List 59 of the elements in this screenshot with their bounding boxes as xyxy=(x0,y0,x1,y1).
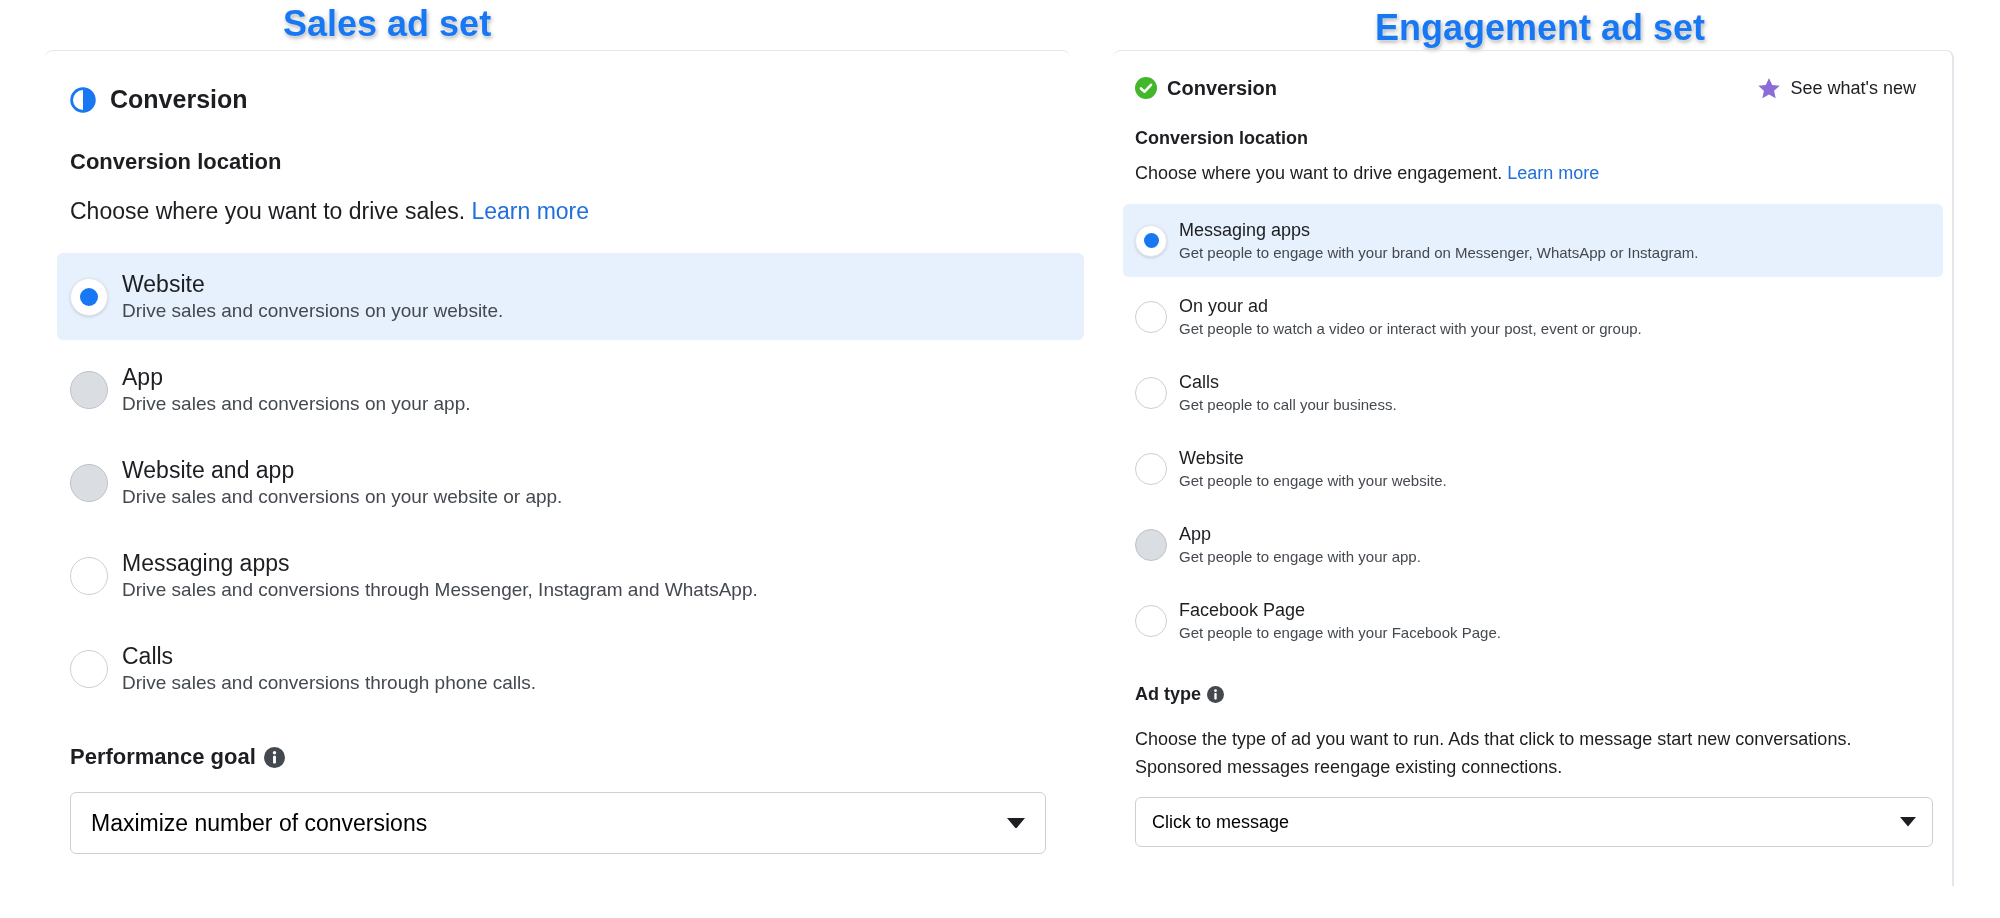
radio-button[interactable] xyxy=(1135,604,1167,637)
dropdown-select[interactable]: Click to message xyxy=(1135,797,1933,847)
option-description: Drive sales and conversions on your app. xyxy=(122,391,471,416)
helper-text: Choose the type of ad you want to run. Ads that click to message start new conversations. Sponsored messages reengage existing connections. xyxy=(1135,728,1853,779)
option-label: Website xyxy=(122,269,206,298)
info-icon[interactable] xyxy=(263,746,285,768)
option-description: Get people to call your business. xyxy=(1179,394,1397,415)
radio-option[interactable]: Messaging apps Drive sales and conversions through Messenger, Instagram and WhatsApp. xyxy=(57,532,1084,619)
radio-button[interactable] xyxy=(1135,376,1167,409)
option-description: Get people to engage with your website. xyxy=(1179,470,1447,491)
helper-text: Choose where you want to drive sales. Learn more xyxy=(70,197,591,226)
option-description: Drive sales and conversions through phone calls. xyxy=(122,670,536,695)
option-description: Get people to engage with your brand on Messenger, WhatsApp or Instagram. xyxy=(1179,242,1699,263)
whats-new-link[interactable]: See what's new xyxy=(1752,73,1922,103)
learn-more-link[interactable]: Learn more xyxy=(471,198,590,224)
info-icon[interactable] xyxy=(1207,685,1224,703)
radio-button[interactable] xyxy=(70,277,108,316)
field-heading: Conversion location xyxy=(70,148,283,176)
option-label: Facebook Page xyxy=(1179,598,1307,622)
radio-option[interactable]: Website Drive sales and conversions on your website. xyxy=(57,253,1084,340)
radio-option[interactable]: Website Get people to engage with your website. xyxy=(1123,432,1943,505)
radio-button[interactable] xyxy=(1135,224,1167,257)
option-label: App xyxy=(122,362,164,391)
panel-caption: Engagement ad set xyxy=(1375,6,1706,50)
radio-option[interactable]: Messaging apps Get people to engage with your brand on Messenger, WhatsApp or Instagram. xyxy=(1123,204,1943,277)
field-heading: Performance goal xyxy=(70,743,256,771)
radio-option[interactable]: Calls Get people to call your business. xyxy=(1123,356,1943,429)
radio-button[interactable] xyxy=(70,649,108,688)
star-icon xyxy=(1758,77,1781,99)
caret-icon xyxy=(1900,817,1916,827)
option-label: App xyxy=(1179,522,1213,546)
learn-more-link[interactable]: Learn more xyxy=(1507,163,1600,183)
radio-button[interactable] xyxy=(1135,300,1167,333)
section-title: Conversion xyxy=(1167,76,1278,101)
option-description: Drive sales and conversions on your website or app. xyxy=(122,484,563,509)
radio-button[interactable] xyxy=(70,556,108,595)
option-label: Website xyxy=(1179,446,1245,470)
radio-option[interactable]: Calls Drive sales and conversions through phone calls. xyxy=(57,625,1084,712)
option-description: Get people to engage with your Facebook Page. xyxy=(1179,622,1501,643)
option-label: Website and app xyxy=(122,455,296,484)
option-description: Drive sales and conversions through Messenger, Instagram and WhatsApp. xyxy=(122,577,758,602)
radio-option[interactable]: Facebook Page Get people to engage with your Facebook Page. xyxy=(1123,584,1943,657)
option-description: Get people to engage with your app. xyxy=(1179,546,1421,567)
radio-option[interactable]: On your ad Get people to watch a video or interact with your post, event or group. xyxy=(1123,280,1943,353)
option-label: Messaging apps xyxy=(1179,218,1312,242)
option-label: On your ad xyxy=(1179,294,1270,318)
field-heading: Ad type xyxy=(1135,683,1201,706)
option-label: Calls xyxy=(1179,370,1220,394)
section-title: Conversion xyxy=(110,84,248,116)
helper-text: Choose where you want to drive engagement. Learn more xyxy=(1135,162,1601,185)
option-description: Get people to watch a video or interact with your post, event or group. xyxy=(1179,318,1642,339)
dropdown-select[interactable]: Maximize number of conversions xyxy=(70,792,1046,854)
radio-button[interactable] xyxy=(1135,452,1167,485)
field-heading: Conversion location xyxy=(1135,127,1310,150)
option-label: Calls xyxy=(122,641,175,670)
option-description: Drive sales and conversions on your website. xyxy=(122,298,504,323)
caret-icon xyxy=(1007,817,1025,829)
option-label: Messaging apps xyxy=(122,548,291,577)
panel-caption: Sales ad set xyxy=(283,2,492,46)
